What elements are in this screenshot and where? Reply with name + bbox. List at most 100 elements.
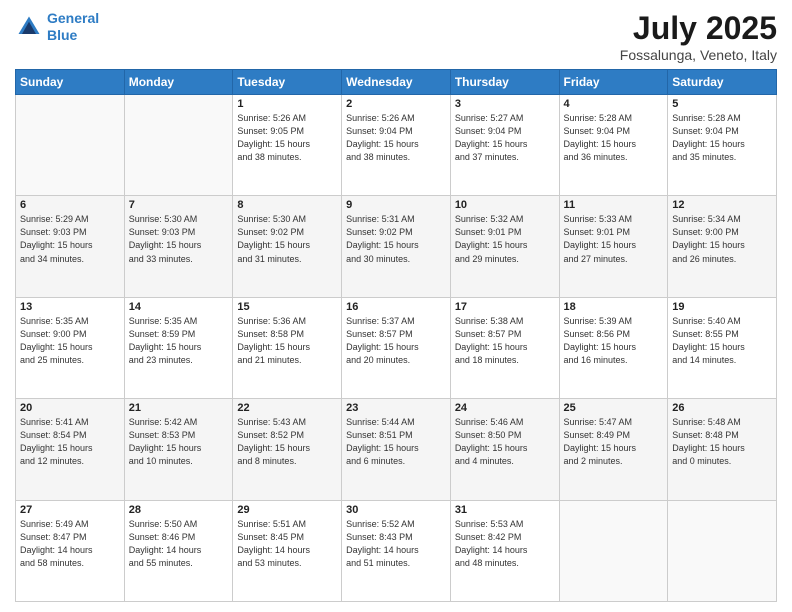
day-info: Sunrise: 5:29 AM Sunset: 9:03 PM Dayligh… (20, 213, 120, 265)
calendar-week-row: 6 Sunrise: 5:29 AM Sunset: 9:03 PM Daylig… (16, 196, 777, 297)
weekday-header-tuesday: Tuesday (233, 70, 342, 95)
day-info: Sunrise: 5:47 AM Sunset: 8:49 PM Dayligh… (564, 416, 664, 468)
weekday-header-sunday: Sunday (16, 70, 125, 95)
day-number: 13 (20, 301, 120, 313)
day-info: Sunrise: 5:36 AM Sunset: 8:58 PM Dayligh… (237, 315, 337, 367)
calendar-cell: 20 Sunrise: 5:41 AM Sunset: 8:54 PM Dayli… (16, 399, 125, 500)
day-info: Sunrise: 5:33 AM Sunset: 9:01 PM Dayligh… (564, 213, 664, 265)
weekday-header-wednesday: Wednesday (342, 70, 451, 95)
calendar-cell (668, 500, 777, 601)
calendar-cell: 11 Sunrise: 5:33 AM Sunset: 9:01 PM Dayli… (559, 196, 668, 297)
day-info: Sunrise: 5:26 AM Sunset: 9:04 PM Dayligh… (346, 112, 446, 164)
calendar-cell: 13Sunrise: 5:35 AM Sunset: 9:00 PM Dayli… (16, 297, 125, 398)
calendar-cell: 24Sunrise: 5:46 AM Sunset: 8:50 PM Dayli… (450, 399, 559, 500)
day-number: 29 (237, 504, 337, 516)
logo-text: General Blue (47, 10, 99, 44)
day-number: 24 (455, 402, 555, 414)
calendar-cell: 2 Sunrise: 5:26 AM Sunset: 9:04 PM Daylig… (342, 95, 451, 196)
day-info: Sunrise: 5:43 AM Sunset: 8:52 PM Dayligh… (237, 416, 337, 468)
calendar-cell: 7 Sunrise: 5:30 AM Sunset: 9:03 PM Daylig… (124, 196, 233, 297)
calendar-table: SundayMondayTuesdayWednesdayThursdayFrid… (15, 69, 777, 602)
calendar-cell: 21 Sunrise: 5:42 AM Sunset: 8:53 PM Dayli… (124, 399, 233, 500)
logo-line2: Blue (47, 27, 77, 43)
page: General Blue July 2025 Fossalunga, Venet… (0, 0, 792, 612)
weekday-header-saturday: Saturday (668, 70, 777, 95)
day-info: Sunrise: 5:48 AM Sunset: 8:48 PM Dayligh… (672, 416, 772, 468)
day-number: 18 (564, 301, 664, 313)
day-number: 27 (20, 504, 120, 516)
calendar-cell: 6 Sunrise: 5:29 AM Sunset: 9:03 PM Daylig… (16, 196, 125, 297)
calendar-cell: 3 Sunrise: 5:27 AM Sunset: 9:04 PM Daylig… (450, 95, 559, 196)
day-number: 4 (564, 98, 664, 110)
weekday-header-friday: Friday (559, 70, 668, 95)
location: Fossalunga, Veneto, Italy (620, 47, 777, 63)
calendar-cell: 17Sunrise: 5:38 AM Sunset: 8:57 PM Dayli… (450, 297, 559, 398)
weekday-header-row: SundayMondayTuesdayWednesdayThursdayFrid… (16, 70, 777, 95)
day-number: 6 (20, 199, 120, 211)
month-title: July 2025 (620, 10, 777, 47)
day-info: Sunrise: 5:35 AM Sunset: 8:59 PM Dayligh… (129, 315, 229, 367)
day-number: 28 (129, 504, 229, 516)
calendar-cell: 16 Sunrise: 5:37 AM Sunset: 8:57 PM Dayli… (342, 297, 451, 398)
day-number: 9 (346, 199, 446, 211)
day-number: 17 (455, 301, 555, 313)
weekday-header-thursday: Thursday (450, 70, 559, 95)
logo-line1: General (47, 10, 99, 26)
day-info: Sunrise: 5:37 AM Sunset: 8:57 PM Dayligh… (346, 315, 446, 367)
calendar-cell: 25 Sunrise: 5:47 AM Sunset: 8:49 PM Dayli… (559, 399, 668, 500)
calendar-cell: 29 Sunrise: 5:51 AM Sunset: 8:45 PM Dayli… (233, 500, 342, 601)
day-number: 21 (129, 402, 229, 414)
day-info: Sunrise: 5:41 AM Sunset: 8:54 PM Dayligh… (20, 416, 120, 468)
day-number: 16 (346, 301, 446, 313)
calendar-cell: 1Sunrise: 5:26 AM Sunset: 9:05 PM Daylig… (233, 95, 342, 196)
day-info: Sunrise: 5:30 AM Sunset: 9:02 PM Dayligh… (237, 213, 337, 265)
day-info: Sunrise: 5:40 AM Sunset: 8:55 PM Dayligh… (672, 315, 772, 367)
day-number: 2 (346, 98, 446, 110)
calendar-cell (559, 500, 668, 601)
day-info: Sunrise: 5:27 AM Sunset: 9:04 PM Dayligh… (455, 112, 555, 164)
day-number: 8 (237, 199, 337, 211)
calendar-cell: 12Sunrise: 5:34 AM Sunset: 9:00 PM Dayli… (668, 196, 777, 297)
day-number: 25 (564, 402, 664, 414)
calendar-cell: 19Sunrise: 5:40 AM Sunset: 8:55 PM Dayli… (668, 297, 777, 398)
calendar-cell: 31 Sunrise: 5:53 AM Sunset: 8:42 PM Dayli… (450, 500, 559, 601)
logo: General Blue (15, 10, 99, 44)
day-number: 26 (672, 402, 772, 414)
day-number: 11 (564, 199, 664, 211)
day-info: Sunrise: 5:50 AM Sunset: 8:46 PM Dayligh… (129, 518, 229, 570)
calendar-week-row: 27 Sunrise: 5:49 AM Sunset: 8:47 PM Dayli… (16, 500, 777, 601)
calendar-cell (124, 95, 233, 196)
day-info: Sunrise: 5:44 AM Sunset: 8:51 PM Dayligh… (346, 416, 446, 468)
calendar-week-row: 20 Sunrise: 5:41 AM Sunset: 8:54 PM Dayli… (16, 399, 777, 500)
day-number: 5 (672, 98, 772, 110)
day-number: 15 (237, 301, 337, 313)
day-number: 23 (346, 402, 446, 414)
day-info: Sunrise: 5:30 AM Sunset: 9:03 PM Dayligh… (129, 213, 229, 265)
day-info: Sunrise: 5:28 AM Sunset: 9:04 PM Dayligh… (672, 112, 772, 164)
calendar-cell: 4Sunrise: 5:28 AM Sunset: 9:04 PM Daylig… (559, 95, 668, 196)
day-info: Sunrise: 5:52 AM Sunset: 8:43 PM Dayligh… (346, 518, 446, 570)
day-number: 7 (129, 199, 229, 211)
calendar-week-row: 1Sunrise: 5:26 AM Sunset: 9:05 PM Daylig… (16, 95, 777, 196)
day-info: Sunrise: 5:53 AM Sunset: 8:42 PM Dayligh… (455, 518, 555, 570)
day-number: 3 (455, 98, 555, 110)
calendar-cell: 14 Sunrise: 5:35 AM Sunset: 8:59 PM Dayli… (124, 297, 233, 398)
calendar-cell: 23 Sunrise: 5:44 AM Sunset: 8:51 PM Dayli… (342, 399, 451, 500)
calendar-cell: 28 Sunrise: 5:50 AM Sunset: 8:46 PM Dayli… (124, 500, 233, 601)
calendar-week-row: 13Sunrise: 5:35 AM Sunset: 9:00 PM Dayli… (16, 297, 777, 398)
calendar-cell: 26 Sunrise: 5:48 AM Sunset: 8:48 PM Dayli… (668, 399, 777, 500)
day-info: Sunrise: 5:42 AM Sunset: 8:53 PM Dayligh… (129, 416, 229, 468)
calendar-cell (16, 95, 125, 196)
day-info: Sunrise: 5:51 AM Sunset: 8:45 PM Dayligh… (237, 518, 337, 570)
day-info: Sunrise: 5:31 AM Sunset: 9:02 PM Dayligh… (346, 213, 446, 265)
calendar-cell: 9 Sunrise: 5:31 AM Sunset: 9:02 PM Daylig… (342, 196, 451, 297)
day-number: 31 (455, 504, 555, 516)
day-info: Sunrise: 5:49 AM Sunset: 8:47 PM Dayligh… (20, 518, 120, 570)
day-info: Sunrise: 5:26 AM Sunset: 9:05 PM Dayligh… (237, 112, 337, 164)
weekday-header-monday: Monday (124, 70, 233, 95)
day-number: 10 (455, 199, 555, 211)
day-number: 14 (129, 301, 229, 313)
day-number: 22 (237, 402, 337, 414)
day-number: 12 (672, 199, 772, 211)
day-number: 20 (20, 402, 120, 414)
